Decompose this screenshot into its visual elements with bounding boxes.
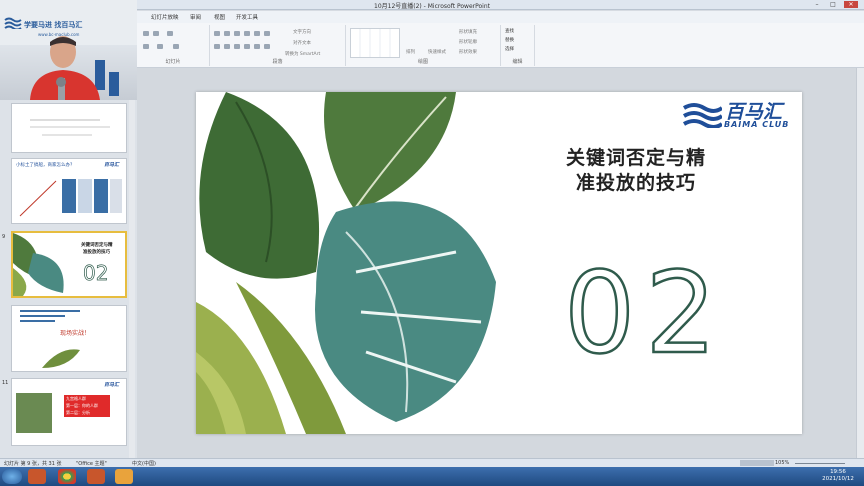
windows-taskbar: 19:56 2021/10/12 xyxy=(0,467,864,486)
slide-thumbnail-selected[interactable]: 关键词否定与精 准投放的技巧 02 xyxy=(11,231,127,298)
webcam-overlay: 学要马进 找百马汇 www.bc-maclub.com xyxy=(0,0,137,100)
slide-thumbnail[interactable]: 现场实战！ xyxy=(11,305,127,372)
tab-review[interactable]: 审阅 xyxy=(190,13,201,21)
shape-effects-button[interactable]: 形状效果 xyxy=(459,49,477,55)
thumbnail-text: 第二层：分析 xyxy=(66,410,90,415)
status-bar: 幻灯片 第 9 张，共 31 张 "Office 主题" 中文(中国) 105% xyxy=(0,458,864,467)
section-number: 02 xyxy=(563,249,727,379)
tropical-leaves-graphic xyxy=(196,92,496,434)
logo-wave-icon xyxy=(4,17,22,29)
replace-button[interactable]: 替换 xyxy=(505,37,514,43)
app-taskbar-icon[interactable] xyxy=(115,469,133,484)
thumbnail-text: 准投放的技巧 xyxy=(83,250,110,255)
chrome-taskbar-icon[interactable] xyxy=(58,469,76,484)
slide-thumbnail[interactable]: 百马汇 九宫格人群 第一层：你的人群 第二层：分析 xyxy=(11,378,127,446)
thumbnail-text: 关键词否定与精 xyxy=(81,243,113,248)
thumbnail-brand: 百马汇 xyxy=(104,162,120,168)
editor-vertical-scrollbar[interactable] xyxy=(856,68,864,458)
clock-time: 19:56 xyxy=(830,469,846,475)
slide-number-label: 11 xyxy=(2,380,9,386)
brand-name-en: BAIMA CLUB xyxy=(724,120,790,129)
close-button[interactable]: ✕ xyxy=(844,1,858,8)
ribbon-tabs: 幻灯片放映 审阅 视图 开发工具 xyxy=(137,11,864,23)
group-label-drawing: 绘图 xyxy=(417,59,428,65)
align-text-button[interactable]: 对齐文本 xyxy=(293,40,311,46)
ribbon-group-slides: 幻灯片 xyxy=(137,25,210,66)
thumbnail-text: 九宫格人群 xyxy=(66,396,86,401)
tab-slideshow[interactable]: 幻灯片放映 xyxy=(151,13,179,21)
powerpoint-taskbar-icon[interactable] xyxy=(28,469,46,484)
thumbnail-text: 现场实战！ xyxy=(60,330,91,337)
brand-logo: 百马汇 BAIMA CLUB xyxy=(680,97,800,133)
ribbon-group-editing: 查找 替换 选择 编辑 xyxy=(501,25,535,66)
current-slide[interactable]: 百马汇 BAIMA CLUB 关键词否定与精 准投放的技巧 02 xyxy=(196,92,802,434)
theme-status: "Office 主题" xyxy=(76,461,107,467)
zoom-slider[interactable] xyxy=(795,463,845,464)
slide-thumbnail-panel: 小标土了搞船，商家怎么办？ 百马汇 关键词否定与精 准投放的技巧 02 9 现场… xyxy=(0,100,137,458)
slide-position-status: 幻灯片 第 9 张，共 31 张 xyxy=(4,461,62,467)
tab-view[interactable]: 视图 xyxy=(214,13,225,21)
thumbnail-text: 第一层：你的人群 xyxy=(66,403,98,408)
slide-number-label: 9 xyxy=(2,234,6,240)
select-button[interactable]: 选择 xyxy=(505,46,514,52)
clock-date: 2021/10/12 xyxy=(822,476,854,482)
maximize-button[interactable]: □ xyxy=(826,1,840,8)
thumbnail-number: 02 xyxy=(83,261,109,286)
thumbnail-brand: 百马汇 xyxy=(104,382,120,388)
ribbon-group-drawing: 排列 快速样式 形状填充 形状轮廓 形状效果 绘图 xyxy=(346,25,501,66)
minimize-button[interactable]: – xyxy=(810,1,824,8)
slide-title-line: 关键词否定与精 xyxy=(565,147,706,169)
slide-title: 关键词否定与精 准投放的技巧 xyxy=(546,146,726,196)
find-button[interactable]: 查找 xyxy=(505,28,514,34)
thumbnail-leaves xyxy=(13,233,64,296)
powerpoint-taskbar-icon[interactable] xyxy=(87,469,105,484)
slide-thumbnail[interactable] xyxy=(11,103,127,153)
group-label-slides: 幻灯片 xyxy=(165,59,181,65)
thumbnail-figure xyxy=(19,179,122,217)
group-label-editing: 编辑 xyxy=(512,59,523,65)
thumbnail-scrollbar[interactable] xyxy=(129,100,135,458)
wave-logo-icon xyxy=(682,103,722,128)
thumbnail-text: 小标土了搞船，商家怎么办？ xyxy=(16,163,75,168)
zoom-level[interactable]: 105% xyxy=(775,460,789,466)
webcam-logo-text: 学要马进 找百马汇 xyxy=(24,21,83,29)
slide-title-line: 准投放的技巧 xyxy=(575,172,696,194)
ribbon-group-paragraph: 文字方向 对齐文本 转换为 SmartArt 段落 xyxy=(210,25,346,66)
powerpoint-window: 10月12号直播(2) - Microsoft PowerPoint – □ ✕… xyxy=(0,0,864,486)
arrange-button[interactable]: 排列 xyxy=(406,49,415,55)
ribbon: 幻灯片 文字方向 对齐文本 转换为 SmartArt 段落 排列 快速样式 形状… xyxy=(137,23,864,68)
shapes-gallery[interactable] xyxy=(350,28,400,58)
presenter-image xyxy=(30,36,119,100)
language-status[interactable]: 中文(中国) xyxy=(132,460,156,467)
text-direction-button[interactable]: 文字方向 xyxy=(293,29,311,35)
start-button-icon[interactable] xyxy=(2,469,22,484)
quick-styles-button[interactable]: 快速样式 xyxy=(428,49,446,55)
group-label-paragraph: 段落 xyxy=(272,59,283,65)
webcam-url: www.bc-maclub.com xyxy=(38,32,80,37)
shape-fill-button[interactable]: 形状填充 xyxy=(459,29,477,35)
smartart-button[interactable]: 转换为 SmartArt xyxy=(285,51,320,57)
shape-outline-button[interactable]: 形状轮廓 xyxy=(459,39,477,45)
thumbnail-leaf xyxy=(42,349,80,368)
slide-thumbnail[interactable]: 小标土了搞船，商家怎么办？ 百马汇 xyxy=(11,158,127,224)
view-buttons[interactable] xyxy=(740,460,774,466)
tab-developer[interactable]: 开发工具 xyxy=(236,13,258,21)
system-clock[interactable]: 19:56 2021/10/12 xyxy=(815,469,861,483)
